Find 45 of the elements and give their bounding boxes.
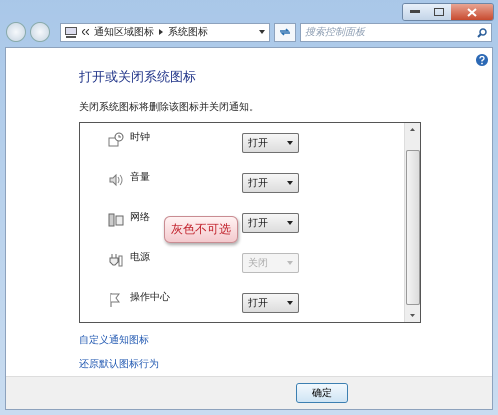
double-chevron-icon[interactable] [82,29,89,35]
caret-icon[interactable] [259,30,265,34]
caret-icon [287,261,293,265]
arrow-icon [159,29,163,35]
description-text: 关闭系统图标将删除该图标并关闭通知。 [79,100,260,114]
behavior-dropdown[interactable]: 打开 [242,173,299,193]
address-bar[interactable]: 通知区域图标 系统图标 [60,22,270,42]
scroll-down-icon[interactable] [410,314,415,317]
icon-label: 操作中心 [130,290,171,304]
scroll-thumb[interactable] [406,150,420,305]
page-heading: 打开或关闭系统图标 [79,69,197,86]
icon-label: 音量 [130,170,151,184]
link[interactable]: 还原默认图标行为 [79,357,159,371]
close-icon [467,8,477,16]
caret-icon [287,221,293,225]
scroll-up-icon[interactable] [410,128,415,131]
speaker-icon [108,172,124,188]
callout-tooltip: 灰色不可选 [164,216,238,243]
minimize-icon [410,10,420,14]
plug-icon [108,252,124,268]
caret-icon [287,141,293,145]
close-button[interactable] [451,4,493,20]
maximize-icon [434,8,444,16]
icon-label: 时钟 [130,130,151,144]
clock-icon [108,132,124,148]
link[interactable]: 自定义通知图标 [79,333,149,347]
behavior-dropdown[interactable]: 打开 [242,133,299,153]
search-icon[interactable] [477,28,487,38]
breadcrumb[interactable]: 系统图标 [168,25,208,39]
search-field[interactable]: 搜索控制面板 [300,22,492,42]
icon-label: 电源 [130,250,151,264]
icon-label: 网络 [130,211,151,224]
minimize-button[interactable] [403,4,427,20]
refresh-button[interactable] [274,22,296,42]
caret-icon [287,301,293,305]
caret-icon [287,181,293,185]
help-icon[interactable] [476,54,488,66]
breadcrumb[interactable]: 通知区域图标 [94,25,154,39]
behavior-dropdown[interactable]: 打开 [242,213,299,233]
computer-icon [65,26,77,38]
maximize-button[interactable] [427,4,451,20]
ok-button[interactable]: 确定 [296,383,348,403]
refresh-icon [279,27,291,37]
computer-icon [108,212,124,228]
behavior-dropdown[interactable]: 打开 [242,293,299,313]
